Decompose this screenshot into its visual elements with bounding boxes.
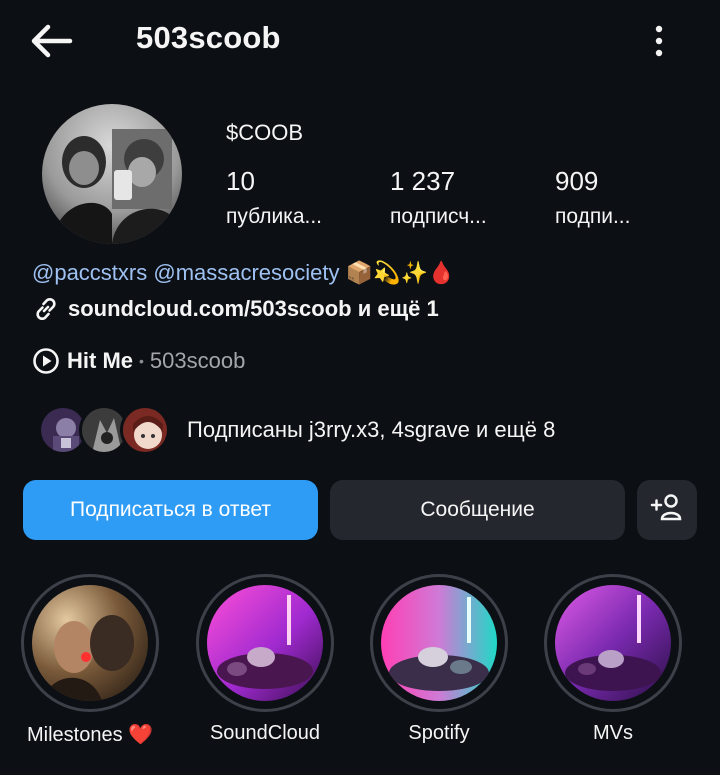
profile-page: 503scoob $COOB 10 публика... 1 237 подпи…	[0, 0, 720, 775]
followed-by-text: Подписаны j3rry.x3, 4sgrave и ещё 8	[187, 417, 556, 442]
stat-followers-count: 1 237	[390, 166, 456, 196]
highlight-ring	[196, 574, 334, 712]
profile-username: 503scoob	[136, 20, 281, 55]
story-highlight-spotify[interactable]: Spotify	[369, 574, 509, 745]
highlight-ring	[21, 574, 159, 712]
bio-mentions[interactable]: @paccstxrs @massacresociety 📦💫✨🩸	[32, 260, 455, 286]
add-person-icon	[650, 492, 684, 528]
highlight-label: MVs	[593, 722, 633, 744]
music-artist: 503scoob	[149, 348, 246, 373]
stat-followers[interactable]: 1 237 подписч...	[390, 166, 487, 229]
follower-avatar	[120, 405, 170, 455]
stat-posts-label: публика...	[226, 205, 323, 228]
profile-display-name: $COOB	[226, 120, 304, 145]
story-highlight-mvs[interactable]: MVs	[543, 574, 683, 745]
highlight-cover	[555, 585, 671, 701]
profile-link-text[interactable]: soundcloud.com/503scoob и ещё 1	[68, 296, 439, 322]
highlight-ring	[370, 574, 508, 712]
bio-mentions-text[interactable]: @paccstxrs @massacresociety	[32, 260, 340, 285]
stat-following-label: подпи...	[555, 205, 631, 228]
stat-following-count: 909	[555, 166, 599, 196]
highlight-cover	[381, 585, 497, 701]
music-separator: •	[139, 353, 144, 369]
highlight-label: Spotify	[408, 722, 470, 744]
profile-music[interactable]: Hit Me • 503scoob	[32, 346, 245, 376]
more-options-icon[interactable]	[642, 20, 676, 62]
play-circle-icon[interactable]	[32, 347, 60, 375]
story-highlight-soundcloud[interactable]: SoundCloud	[195, 574, 335, 745]
profile-link[interactable]: soundcloud.com/503scoob и ещё 1	[32, 294, 439, 324]
message-button[interactable]: Сообщение	[330, 480, 625, 540]
highlight-label: SoundCloud	[209, 722, 321, 744]
highlight-ring	[544, 574, 682, 712]
followed-by[interactable]: Подписаны j3rry.x3, 4sgrave и ещё 8	[38, 400, 555, 460]
link-icon	[32, 295, 60, 323]
stat-following[interactable]: 909 подпи...	[555, 166, 630, 229]
highlight-cover	[32, 585, 148, 701]
bio-emoji: 📦💫✨🩸	[345, 260, 456, 285]
highlight-cover	[207, 585, 323, 701]
stat-posts-count: 10	[226, 166, 255, 196]
follow-back-button[interactable]: Подписаться в ответ	[23, 480, 318, 540]
music-song-title: Hit Me	[67, 348, 133, 373]
back-arrow-icon[interactable]	[26, 20, 78, 62]
suggested-users-button[interactable]	[637, 480, 697, 540]
top-bar: 503scoob	[0, 0, 720, 80]
stat-followers-label: подписч...	[390, 205, 487, 228]
story-highlight-milestones[interactable]: Milestones ❤️	[20, 574, 160, 747]
profile-avatar[interactable]	[42, 104, 182, 244]
highlight-label: Milestones ❤️	[26, 724, 154, 746]
stat-posts[interactable]: 10 публика...	[226, 166, 322, 229]
